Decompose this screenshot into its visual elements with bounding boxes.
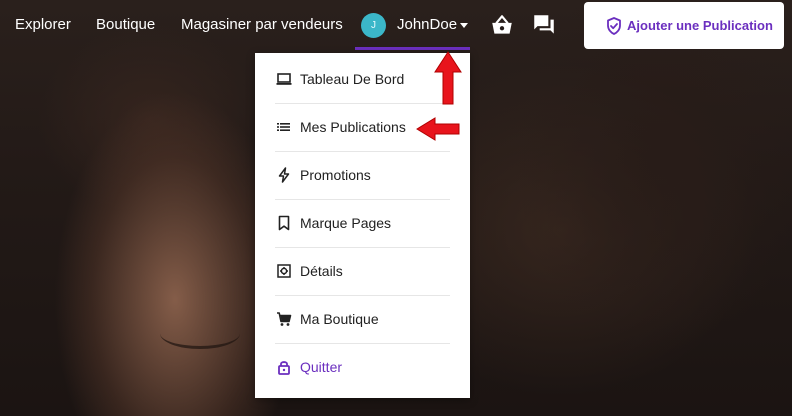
settings-icon (277, 264, 291, 278)
basket-icon[interactable] (489, 12, 515, 38)
laptop-icon (276, 73, 292, 85)
menu-item-label: Tableau De Bord (300, 71, 405, 87)
list-icon (277, 123, 290, 131)
add-publication-button[interactable]: Ajouter une Publication (584, 2, 784, 49)
menu-item-details[interactable]: Détails (255, 248, 470, 296)
menu-item-label: Mes Publications (300, 119, 406, 135)
menu-item-label: Quitter (300, 359, 343, 375)
menu-item-label: Promotions (300, 167, 371, 183)
menu-item-promotions[interactable]: Promotions (255, 152, 470, 200)
caret-down-icon (460, 23, 468, 28)
menu-item-bookmarks[interactable]: Marque Pages (255, 200, 470, 248)
annotation-arrow-left (416, 117, 460, 141)
cart-icon (277, 312, 292, 326)
nav-explore-link[interactable]: Explorer (15, 16, 71, 33)
bookmark-icon (278, 215, 290, 231)
avatar: J (361, 13, 386, 38)
menu-item-label: Détails (300, 263, 343, 279)
username: JohnDoe (397, 16, 458, 33)
background-eyelash (160, 318, 240, 349)
top-navigation-bar: Explorer Boutique Magasiner par vendeurs… (0, 0, 792, 50)
menu-item-label: Marque Pages (300, 215, 392, 231)
menu-item-my-shop[interactable]: Ma Boutique (255, 296, 470, 344)
chat-icon[interactable] (531, 12, 557, 38)
nav-shop-link[interactable]: Boutique (96, 16, 155, 33)
bolt-icon (278, 167, 290, 183)
shield-check-icon (607, 17, 621, 35)
user-menu-toggle[interactable]: J JohnDoe (355, 0, 470, 50)
menu-item-logout[interactable]: Quitter (255, 344, 470, 392)
menu-item-label: Ma Boutique (300, 311, 379, 327)
add-publication-label: Ajouter une Publication (627, 18, 773, 33)
lock-icon (278, 361, 290, 375)
annotation-arrow-up (434, 51, 462, 105)
nav-shop-by-sellers-link[interactable]: Magasiner par vendeurs (181, 16, 343, 33)
